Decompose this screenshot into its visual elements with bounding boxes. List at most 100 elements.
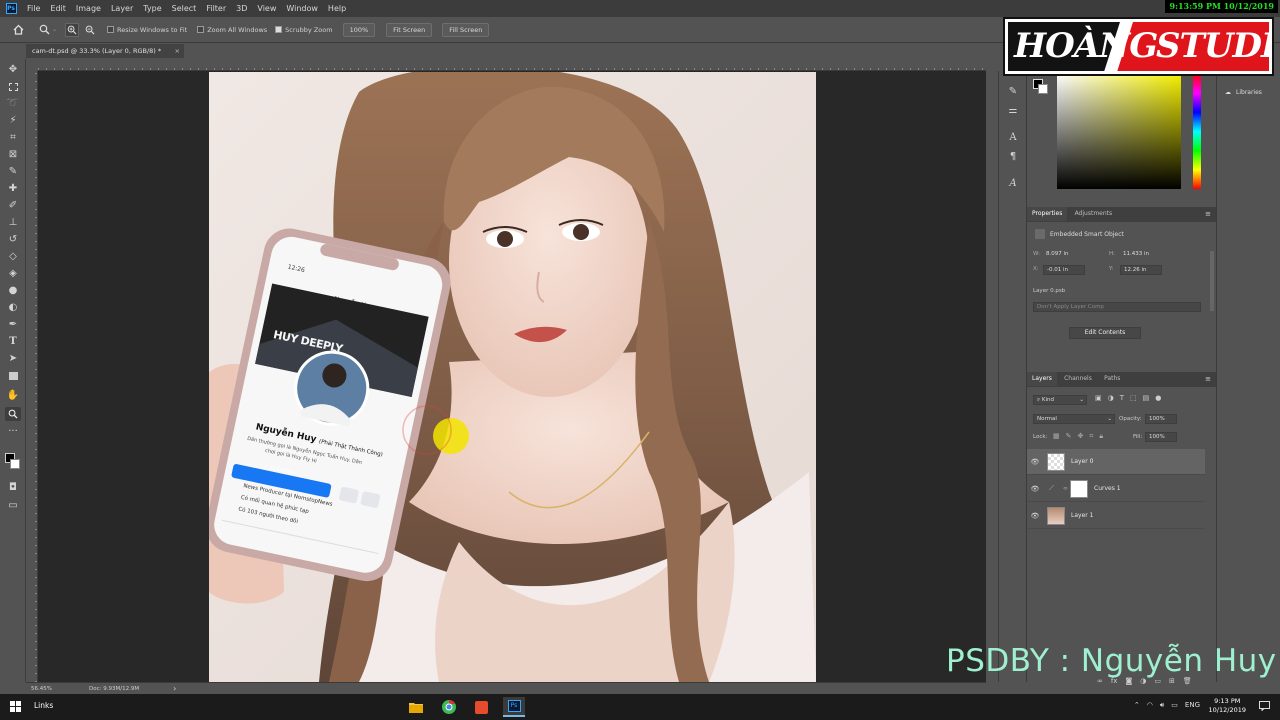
- more-tools-icon[interactable]: ···: [5, 425, 21, 439]
- bg-swatch[interactable]: [1038, 84, 1048, 94]
- lock-transparency-icon[interactable]: ▦: [1053, 432, 1060, 441]
- history-brush-icon[interactable]: ↺: [5, 233, 21, 247]
- lasso-tool-icon[interactable]: ➰: [5, 97, 21, 111]
- opacity-field[interactable]: 100%: [1145, 414, 1177, 424]
- close-tab-icon[interactable]: ×: [175, 44, 180, 58]
- paint-bucket-icon[interactable]: ◈: [5, 267, 21, 281]
- menu-edit[interactable]: Edit: [45, 0, 71, 17]
- chevron-down-icon[interactable]: ⌄: [52, 26, 57, 33]
- brush-tool-icon[interactable]: ✐: [5, 199, 21, 213]
- visibility-eye-icon[interactable]: 👁︎: [1027, 458, 1043, 466]
- type-tool-icon[interactable]: T: [5, 335, 21, 349]
- visibility-eye-icon[interactable]: 👁︎: [1027, 485, 1043, 493]
- notification-icon[interactable]: [1259, 701, 1270, 713]
- properties-scrollbar[interactable]: [1210, 251, 1214, 311]
- blend-mode-select[interactable]: Normal ⌄: [1033, 414, 1115, 424]
- width-field[interactable]: 8.097 in: [1043, 250, 1091, 260]
- layer-row[interactable]: 👁︎ Layer 1: [1027, 503, 1205, 529]
- fit-screen-button[interactable]: Fit Screen: [386, 22, 433, 37]
- hand-tool-icon[interactable]: ✋: [5, 389, 21, 403]
- type-filter-icon[interactable]: T: [1120, 394, 1124, 402]
- layer-row[interactable]: 👁︎ Layer 0: [1027, 449, 1205, 475]
- layer-comp-select[interactable]: Don't Apply Layer Comp: [1033, 302, 1201, 312]
- eyedropper-icon[interactable]: ✎: [5, 165, 21, 179]
- fill-field[interactable]: 100%: [1145, 432, 1177, 442]
- background-color-swatch[interactable]: [10, 459, 20, 469]
- magic-wand-icon[interactable]: ⚡: [5, 114, 21, 128]
- photoshop-logo-icon[interactable]: Ps: [0, 0, 22, 17]
- glyphs-panel-icon[interactable]: A: [1005, 177, 1021, 191]
- lock-pixels-icon[interactable]: ✎: [1066, 432, 1072, 441]
- lock-all-icon[interactable]: 🔒︎: [1099, 432, 1103, 441]
- character-panel-icon[interactable]: A: [1005, 131, 1021, 145]
- volume-icon[interactable]: 🔊︎: [1160, 701, 1164, 710]
- zoom-100-button[interactable]: 100%: [342, 22, 376, 37]
- move-tool-icon[interactable]: ✥: [5, 63, 21, 77]
- crop-tool-icon[interactable]: ⌗: [5, 131, 21, 145]
- menu-image[interactable]: Image: [71, 0, 106, 17]
- file-explorer-icon[interactable]: [405, 697, 427, 717]
- photoshop-taskbar-icon[interactable]: Ps: [503, 697, 525, 717]
- pen-tool-icon[interactable]: ✒: [5, 318, 21, 332]
- rectangle-tool-icon[interactable]: [5, 369, 21, 383]
- menu-help[interactable]: Help: [323, 0, 351, 17]
- shape-filter-icon[interactable]: ⬚: [1130, 394, 1137, 402]
- pixel-filter-icon[interactable]: ▣: [1095, 394, 1102, 402]
- menu-view[interactable]: View: [252, 0, 281, 17]
- lock-artboard-icon[interactable]: ⌗: [1089, 432, 1093, 441]
- fill-screen-button[interactable]: Fill Screen: [442, 22, 490, 37]
- taskbar-clock[interactable]: 9:13 PM 10/12/2019: [1209, 697, 1246, 715]
- marquee-tool-icon[interactable]: [5, 80, 21, 94]
- home-icon[interactable]: [11, 23, 25, 37]
- frame-tool-icon[interactable]: ⊠: [5, 148, 21, 162]
- edit-contents-button[interactable]: Edit Contents: [1069, 327, 1141, 339]
- network-icon[interactable]: ◠: [1147, 701, 1153, 710]
- filter-toggle-icon[interactable]: ●: [1155, 394, 1161, 402]
- paragraph-panel-icon[interactable]: ¶: [1005, 150, 1021, 164]
- horizontal-ruler[interactable]: [38, 59, 986, 71]
- windows-start-icon[interactable]: [10, 701, 21, 714]
- battery-icon[interactable]: ▭: [1171, 701, 1178, 710]
- tab-properties[interactable]: Properties: [1027, 207, 1068, 221]
- screen-mode-icon[interactable]: ▭: [5, 499, 21, 513]
- brush-settings-icon[interactable]: ✎: [1005, 85, 1021, 99]
- healing-brush-icon[interactable]: ✚: [5, 182, 21, 196]
- status-menu-icon[interactable]: ›: [173, 684, 176, 693]
- chrome-icon[interactable]: [438, 697, 460, 717]
- eraser-tool-icon[interactable]: ◇: [5, 250, 21, 264]
- quick-mask-icon[interactable]: ◘: [5, 481, 21, 495]
- adjustment-filter-icon[interactable]: ◑: [1108, 394, 1114, 402]
- smart-filter-icon[interactable]: ▤: [1143, 394, 1150, 402]
- menu-filter[interactable]: Filter: [201, 0, 231, 17]
- tab-layers[interactable]: Layers: [1027, 372, 1057, 386]
- layers-menu-icon[interactable]: ≡: [1205, 372, 1211, 386]
- app-icon-red[interactable]: [470, 697, 492, 717]
- menu-select[interactable]: Select: [167, 0, 202, 17]
- tab-channels[interactable]: Channels: [1059, 372, 1097, 386]
- input-language[interactable]: ENG: [1185, 701, 1200, 710]
- menu-layer[interactable]: Layer: [106, 0, 138, 17]
- menu-type[interactable]: Type: [138, 0, 166, 17]
- adjust-sliders-icon[interactable]: ⚌: [1005, 104, 1021, 118]
- blur-tool-icon[interactable]: ●: [5, 284, 21, 298]
- zoom-all-windows-checkbox[interactable]: Zoom All Windows: [197, 26, 267, 34]
- path-selection-icon[interactable]: ➤: [5, 352, 21, 366]
- height-field[interactable]: 11.433 in: [1120, 250, 1168, 260]
- tab-adjustments[interactable]: Adjustments: [1070, 207, 1118, 221]
- layer-row[interactable]: 👁︎ ⟋ ∞ Curves 1: [1027, 476, 1205, 502]
- panel-menu-icon[interactable]: ≡: [1205, 207, 1211, 221]
- resize-windows-checkbox[interactable]: Resize Windows to Fit: [107, 26, 187, 34]
- zoom-tool-active-icon[interactable]: [5, 407, 21, 421]
- taskbar-links-label[interactable]: Links: [34, 701, 53, 710]
- visibility-eye-icon[interactable]: 👁︎: [1027, 512, 1043, 520]
- status-zoom[interactable]: 56.45%: [31, 686, 55, 692]
- menu-file[interactable]: File: [22, 0, 45, 17]
- kind-filter-select[interactable]: ⌕ Kind ⌄: [1033, 395, 1087, 405]
- vertical-ruler[interactable]: [26, 71, 38, 682]
- clone-stamp-icon[interactable]: ⊥: [5, 216, 21, 230]
- lock-position-icon[interactable]: ✥: [1078, 432, 1084, 441]
- x-field[interactable]: -0.01 in: [1043, 265, 1085, 275]
- zoom-in-icon[interactable]: [65, 22, 80, 37]
- scrubby-zoom-checkbox[interactable]: Scrubby Zoom: [275, 26, 333, 34]
- hue-slider[interactable]: [1193, 74, 1201, 189]
